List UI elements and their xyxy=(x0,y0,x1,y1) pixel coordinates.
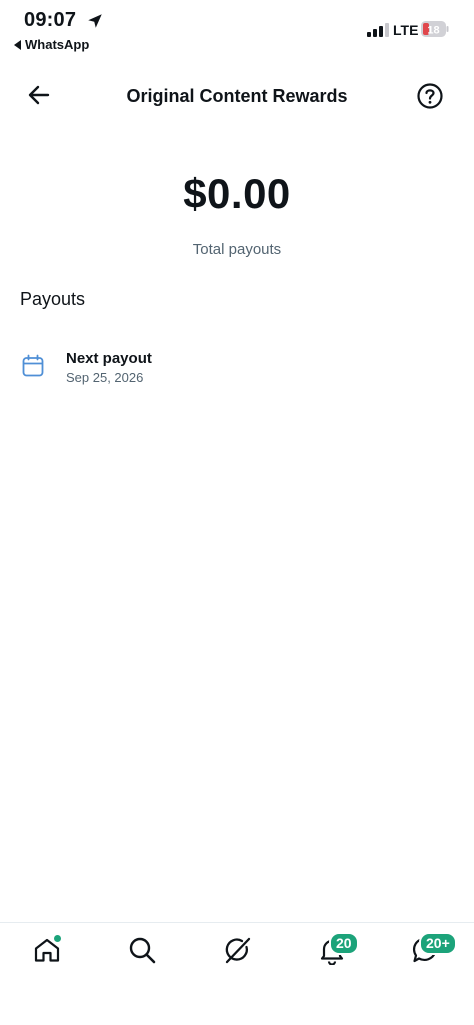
nav-grok[interactable] xyxy=(222,935,252,965)
location-arrow-icon xyxy=(88,14,102,28)
back-app-label: WhatsApp xyxy=(25,37,90,52)
total-payout-amount: $0.00 xyxy=(183,170,291,217)
grok-icon xyxy=(225,937,251,964)
nav-messages[interactable]: 20+ xyxy=(411,932,457,965)
nav-home[interactable] xyxy=(32,935,62,965)
home-new-dot xyxy=(54,935,61,942)
next-payout-title: Next payout xyxy=(66,350,152,367)
help-icon[interactable] xyxy=(414,80,446,112)
page-title: Original Content Rewards xyxy=(126,86,348,106)
nav-notifications[interactable]: 20 xyxy=(317,932,359,966)
cellular-signal-icon xyxy=(367,23,389,37)
battery-level: 18 xyxy=(427,24,439,36)
search-icon xyxy=(129,937,156,964)
payouts-section-title: Payouts xyxy=(20,289,86,309)
nav-search[interactable] xyxy=(127,935,157,965)
status-time: 09:07 xyxy=(24,9,77,31)
back-triangle-icon xyxy=(14,39,21,50)
battery-icon: 18 xyxy=(421,21,449,37)
notifications-badge: 20 xyxy=(329,932,359,955)
total-payout-label: Total payouts xyxy=(192,241,282,258)
calendar-icon xyxy=(22,354,44,377)
messages-badge: 20+ xyxy=(419,932,457,955)
network-type: LTE xyxy=(393,22,419,38)
next-payout-date: Sep 25, 2026 xyxy=(66,370,144,385)
back-to-app-link[interactable]: WhatsApp xyxy=(14,37,89,52)
